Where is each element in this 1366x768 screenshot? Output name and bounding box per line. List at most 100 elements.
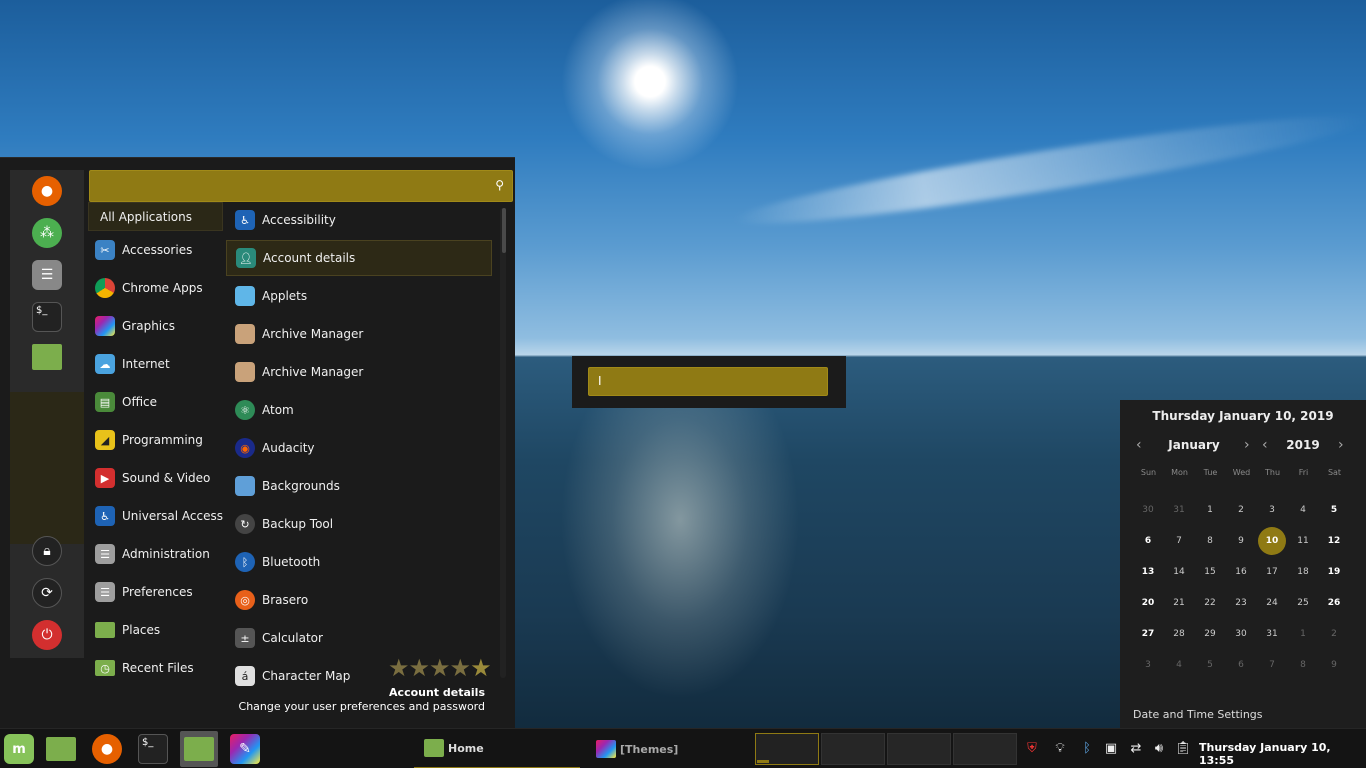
calendar-day[interactable]: 16 [1227, 558, 1255, 586]
app-brasero[interactable]: ◎ Brasero [226, 582, 492, 618]
clipboard-icon[interactable]: 📋︎ [1174, 740, 1192, 758]
workspace-3[interactable] [887, 733, 951, 765]
app-audacity[interactable]: ◉ Audacity [226, 430, 492, 466]
app-applets[interactable]: Applets [226, 278, 492, 314]
calendar-day[interactable]: 17 [1258, 558, 1286, 586]
prev-month-icon[interactable]: ‹ [1136, 437, 1142, 453]
app-backup-tool[interactable]: ↻ Backup Tool [226, 506, 492, 542]
category-programming[interactable]: ◢ Programming [87, 425, 222, 455]
category-internet[interactable]: ☁ Internet [87, 349, 222, 379]
lock-icon[interactable]: 🔒︎ [32, 536, 62, 566]
files-icon[interactable] [32, 344, 62, 370]
category-graphics[interactable]: Graphics [87, 311, 222, 341]
popup-search-input[interactable]: I [588, 367, 828, 396]
files-icon[interactable] [46, 737, 76, 761]
date-time-settings-link[interactable]: Date and Time Settings [1133, 708, 1263, 721]
volume-icon[interactable]: 🔊︎ [1150, 740, 1168, 758]
firefox-icon[interactable]: ● [32, 176, 62, 206]
app-backgrounds[interactable]: Backgrounds [226, 468, 492, 504]
menu-search-input[interactable]: ⚲ [89, 170, 513, 202]
app-archive-manager-2[interactable]: Archive Manager [226, 354, 492, 390]
calendar-day[interactable]: 29 [1196, 620, 1224, 648]
calendar-day[interactable]: 3 [1134, 651, 1162, 679]
calendar-day[interactable]: 5 [1320, 496, 1348, 524]
calendar-day[interactable]: 15 [1196, 558, 1224, 586]
calendar-day[interactable]: 2 [1227, 496, 1255, 524]
calendar-day[interactable]: 31 [1165, 496, 1193, 524]
prev-year-icon[interactable]: ‹ [1262, 437, 1268, 453]
terminal-icon[interactable]: $_ [32, 302, 62, 332]
app-atom[interactable]: ⚛ Atom [226, 392, 492, 428]
calendar-day[interactable]: 22 [1196, 589, 1224, 617]
app-account-details[interactable]: 👤︎ Account details [226, 240, 492, 276]
next-year-icon[interactable]: › [1338, 437, 1344, 453]
app-archive-manager[interactable]: Archive Manager [226, 316, 492, 352]
terminal-icon[interactable]: $_ [138, 734, 168, 764]
workspace-2[interactable] [821, 733, 885, 765]
update-icon[interactable]: ▣ [1102, 740, 1120, 758]
calendar-day[interactable]: 11 [1289, 527, 1317, 555]
calendar-day[interactable]: 25 [1289, 589, 1317, 617]
category-office[interactable]: ▤ Office [87, 387, 222, 417]
settings-icon[interactable]: ☰ [32, 260, 62, 290]
calendar-day[interactable]: 9 [1227, 527, 1255, 555]
calendar-day[interactable]: 7 [1165, 527, 1193, 555]
calendar-day[interactable]: 9 [1320, 651, 1348, 679]
workspace-4[interactable] [953, 733, 1017, 765]
category-chrome-apps[interactable]: Chrome Apps [87, 273, 222, 303]
app-list-scrollbar[interactable] [500, 208, 506, 678]
calendar-day[interactable]: 12 [1320, 527, 1348, 555]
shield-icon[interactable]: ⛨ [1023, 740, 1041, 758]
app-accessibility[interactable]: ♿︎ Accessibility [226, 202, 492, 238]
network-icon[interactable]: ⇄ [1127, 740, 1145, 758]
category-recent-files[interactable]: ◷ Recent Files [87, 653, 222, 683]
calendar-day[interactable]: 23 [1227, 589, 1255, 617]
category-places[interactable]: Places [87, 615, 222, 645]
calendar-day[interactable]: 26 [1320, 589, 1348, 617]
calendar-day[interactable]: 27 [1134, 620, 1162, 648]
calendar-day[interactable]: 1 [1289, 620, 1317, 648]
firefox-icon[interactable]: ● [92, 734, 122, 764]
taskbar-clock[interactable]: Thursday January 10, 13:55 [1199, 741, 1366, 767]
category-administration[interactable]: ☰ Administration [87, 539, 222, 569]
calendar-day[interactable]: 3 [1258, 496, 1286, 524]
calendar-day[interactable]: 24 [1258, 589, 1286, 617]
workspace-1[interactable] [755, 733, 819, 765]
logout-icon[interactable]: ⟳ [32, 578, 62, 608]
category-preferences[interactable]: ☰ Preferences [87, 577, 222, 607]
calendar-day[interactable]: 28 [1165, 620, 1193, 648]
category-accessories[interactable]: ✂ Accessories [87, 235, 222, 265]
mint-menu-icon[interactable]: m [4, 734, 34, 764]
bluetooth-icon[interactable]: ᛒ [1078, 740, 1096, 758]
window-button-home[interactable]: Home [414, 729, 580, 768]
power-icon[interactable]: ⏻ [32, 620, 62, 650]
calendar-day[interactable]: 2 [1320, 620, 1348, 648]
calendar-day[interactable]: 30 [1227, 620, 1255, 648]
calendar-day[interactable]: 21 [1165, 589, 1193, 617]
calendar-day[interactable]: 18 [1289, 558, 1317, 586]
app-list-scroll-thumb[interactable] [502, 208, 506, 253]
category-universal-access[interactable]: ♿︎ Universal Access [87, 501, 223, 531]
calendar-day[interactable]: 7 [1258, 651, 1286, 679]
app-calculator[interactable]: ± Calculator [226, 620, 492, 656]
calendar-day[interactable]: 19 [1320, 558, 1348, 586]
calendar-day[interactable]: 5 [1196, 651, 1224, 679]
calendar-day[interactable]: 8 [1196, 527, 1224, 555]
software-manager-icon[interactable]: ⁂ [32, 218, 62, 248]
calendar-day-today[interactable]: 10 [1258, 527, 1286, 555]
app-bluetooth[interactable]: ᛒ Bluetooth [226, 544, 492, 580]
calendar-day[interactable]: 6 [1134, 527, 1162, 555]
calendar-day[interactable]: 13 [1134, 558, 1162, 586]
calendar-day[interactable]: 20 [1134, 589, 1162, 617]
calendar-day[interactable]: 4 [1165, 651, 1193, 679]
calendar-day[interactable]: 8 [1289, 651, 1317, 679]
calendar-day[interactable]: 1 [1196, 496, 1224, 524]
calendar-day[interactable]: 30 [1134, 496, 1162, 524]
calendar-day[interactable]: 4 [1289, 496, 1317, 524]
files-icon[interactable] [184, 737, 214, 761]
themes-icon[interactable]: ✎ [230, 734, 260, 764]
calendar-day[interactable]: 31 [1258, 620, 1286, 648]
calendar-day[interactable]: 14 [1165, 558, 1193, 586]
redshift-icon[interactable]: 💡︎ [1051, 740, 1069, 758]
calendar-day[interactable]: 6 [1227, 651, 1255, 679]
